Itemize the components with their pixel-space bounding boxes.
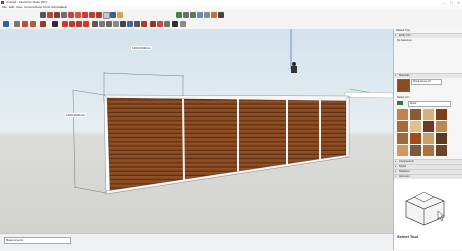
fence-post bbox=[182, 98, 185, 181]
pencil-icon[interactable] bbox=[40, 12, 46, 18]
select-icon[interactable] bbox=[3, 21, 9, 27]
dimension-label-left: 1200.0000mm bbox=[65, 113, 87, 117]
scene-canvas[interactable] bbox=[0, 29, 393, 233]
material-swatch[interactable] bbox=[423, 133, 434, 144]
rotate-icon[interactable] bbox=[89, 12, 95, 18]
material-swatch[interactable] bbox=[423, 121, 434, 132]
material-swatch[interactable] bbox=[397, 121, 408, 132]
dimension-line bbox=[72, 90, 76, 188]
scale-icon[interactable] bbox=[96, 12, 102, 18]
material-swatch[interactable] bbox=[436, 121, 447, 132]
dimension-label-top: 1200.0000mm bbox=[131, 46, 153, 50]
arc-tool-icon[interactable] bbox=[30, 21, 36, 27]
zoom-tool-icon[interactable] bbox=[141, 21, 147, 27]
rotate-tool-icon[interactable] bbox=[69, 21, 75, 27]
look-around-icon[interactable] bbox=[218, 12, 224, 18]
material-swatch[interactable] bbox=[423, 109, 434, 120]
previous-view-icon[interactable] bbox=[204, 12, 210, 18]
ground-slab bbox=[344, 91, 393, 99]
materials-header[interactable]: ▾ Materials bbox=[394, 73, 462, 78]
fence-end-post bbox=[345, 95, 350, 158]
dimension-line bbox=[103, 72, 184, 77]
material-swatch[interactable] bbox=[397, 145, 408, 156]
tab-select[interactable]: Select bbox=[397, 96, 404, 99]
material-swatch[interactable] bbox=[410, 121, 421, 132]
person-figure-head bbox=[292, 62, 296, 66]
model-viewport[interactable]: 1200.0000mm 1200.0000mm bbox=[0, 29, 393, 233]
material-swatch[interactable] bbox=[410, 145, 421, 156]
pan-icon[interactable] bbox=[183, 12, 189, 18]
extension-manager-icon[interactable] bbox=[180, 21, 186, 27]
material-swatch[interactable] bbox=[423, 145, 434, 156]
circle-icon[interactable] bbox=[61, 12, 67, 18]
dimension-extension-line bbox=[71, 89, 105, 96]
eraser-icon[interactable] bbox=[47, 12, 53, 18]
axes-tool-icon[interactable] bbox=[113, 21, 119, 27]
line-tool-icon[interactable] bbox=[22, 21, 28, 27]
scale-tool-icon[interactable] bbox=[76, 21, 82, 27]
measurements-label: Measurements bbox=[6, 239, 24, 242]
push-pull-icon[interactable] bbox=[68, 12, 74, 18]
material-swatch[interactable] bbox=[436, 109, 447, 120]
tape-tool-icon[interactable] bbox=[92, 21, 98, 27]
collapse-arrow-icon: ▾ bbox=[395, 74, 397, 77]
material-swatch[interactable] bbox=[397, 133, 408, 144]
layout-icon[interactable] bbox=[172, 21, 178, 27]
zoom-icon[interactable] bbox=[190, 12, 196, 18]
tab-edit[interactable]: Edit bbox=[405, 96, 409, 99]
material-swatch[interactable] bbox=[410, 133, 421, 144]
material-library-select[interactable]: Wood bbox=[408, 101, 451, 107]
entity-info-status: No Selection bbox=[397, 39, 412, 42]
warehouse-icon[interactable] bbox=[150, 21, 156, 27]
default-tray: Default Tray ▾ Entity Info No Selection … bbox=[393, 29, 462, 250]
instructor-pane: Select Tool bbox=[394, 179, 462, 250]
collapse-arrow-icon: ▾ bbox=[395, 34, 397, 37]
dimension-tool-icon[interactable] bbox=[99, 21, 105, 27]
orbit-icon[interactable] bbox=[176, 12, 182, 18]
follow-me-icon[interactable] bbox=[75, 12, 81, 18]
pan-tool-icon[interactable] bbox=[134, 21, 140, 27]
extension-warehouse-icon[interactable] bbox=[164, 21, 170, 27]
offset-tool-icon[interactable] bbox=[83, 21, 89, 27]
zoom-extents-icon[interactable] bbox=[197, 12, 203, 18]
material-swatch[interactable] bbox=[410, 109, 421, 120]
protractor-tool-icon[interactable] bbox=[106, 21, 112, 27]
material-name-field[interactable]: Wood Veneer 01 bbox=[411, 79, 442, 85]
material-swatch[interactable] bbox=[436, 133, 447, 144]
sketchup-logo-icon bbox=[1, 1, 4, 4]
shape-tool-icon[interactable] bbox=[40, 21, 46, 27]
measurements-box[interactable]: Measurements bbox=[4, 237, 71, 244]
move-tool-icon[interactable] bbox=[62, 21, 68, 27]
select-tool-illustration bbox=[405, 191, 445, 226]
orbit-tool-icon[interactable] bbox=[127, 21, 133, 27]
status-bar: Measurements bbox=[0, 233, 393, 251]
move-icon[interactable] bbox=[82, 12, 88, 18]
person-figure bbox=[291, 66, 297, 73]
dimension-extension-line bbox=[73, 186, 107, 194]
section-plane-icon[interactable] bbox=[120, 21, 126, 27]
walk-icon[interactable] bbox=[211, 12, 217, 18]
rectangle-icon[interactable] bbox=[54, 12, 60, 18]
wood-fence-panel[interactable] bbox=[106, 97, 347, 192]
offset-icon[interactable] bbox=[103, 12, 110, 19]
material-swatch[interactable] bbox=[397, 109, 408, 120]
text-icon[interactable] bbox=[117, 12, 123, 18]
push-pull-tool-icon[interactable] bbox=[52, 21, 58, 27]
eraser-tool-icon[interactable] bbox=[14, 21, 20, 27]
entity-info-header[interactable]: ▾ Entity Info bbox=[394, 33, 462, 38]
home-icon[interactable] bbox=[397, 101, 403, 105]
instructor-title: Select Tool bbox=[397, 234, 419, 239]
tape-measure-icon[interactable] bbox=[110, 12, 116, 18]
material-swatch[interactable] bbox=[436, 145, 447, 156]
share-model-icon[interactable] bbox=[157, 21, 163, 27]
current-material-preview[interactable] bbox=[397, 79, 410, 92]
